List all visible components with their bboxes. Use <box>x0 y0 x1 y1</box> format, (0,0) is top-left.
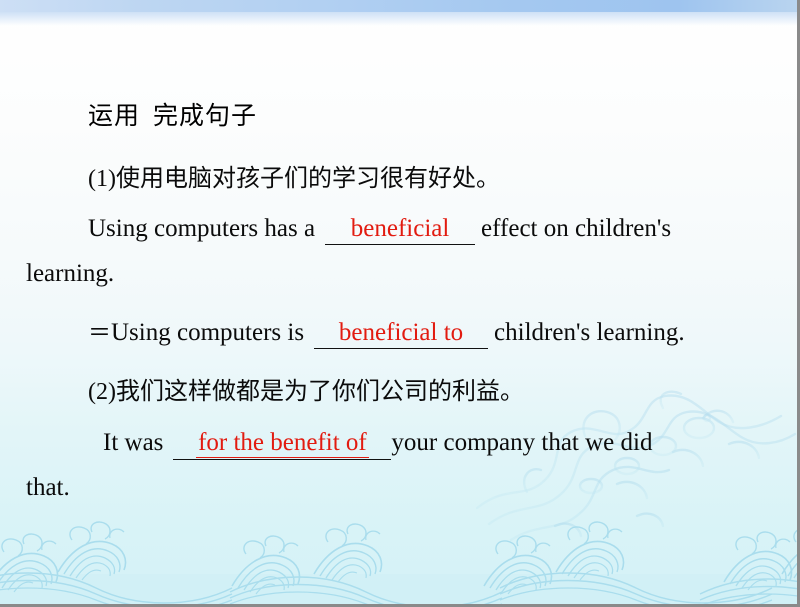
answer-3-wrap-text: that. <box>26 474 70 501</box>
answer-1-wrap-text: learning. <box>26 260 115 287</box>
heading-label-left: 运用 <box>88 101 141 130</box>
heading-label-right: 完成句子 <box>153 101 258 130</box>
answer-blank-1[interactable]: beneficial <box>325 215 476 246</box>
equals-sign: ＝ <box>88 320 111 346</box>
question-2-answer-line-1: It was for the benefit of your company tha… <box>103 429 653 461</box>
question-1-chinese: 使用电脑对孩子们的学习很有好处。 <box>115 164 500 192</box>
question-1-answer-line-1-wrap: learning. <box>26 260 114 288</box>
slide-content: 运用 完成句子 (1)使用电脑对孩子们的学习很有好处。 Using compute… <box>0 0 797 604</box>
answer-blank-3-text: for the benefit of <box>196 429 369 459</box>
question-1-prompt: (1)使用电脑对孩子们的学习很有好处。 <box>88 158 500 193</box>
question-2-prompt: (2)我们这样做都是为了你们公司的利益。 <box>88 371 524 406</box>
slide-canvas: 运用 完成句子 (1)使用电脑对孩子们的学习很有好处。 Using compute… <box>0 0 800 607</box>
question-1-answer-line-1: Using computers has a beneficial effect on… <box>88 215 672 246</box>
page-title: 运用 完成句子 <box>88 96 257 132</box>
question-2-chinese: 我们这样做都是为了你们公司的利益。 <box>115 377 524 405</box>
answer-blank-2-text: beneficial to <box>338 319 464 346</box>
answer-3-before-text: It was <box>103 429 164 456</box>
answer-2-after-text: children's learning. <box>494 319 685 346</box>
answer-blank-3[interactable]: for the benefit of <box>173 429 392 461</box>
question-1-number: (1) <box>88 166 116 192</box>
question-1-answer-line-2: ＝Using computers is beneficial to children… <box>88 313 685 350</box>
question-2-number: (2) <box>88 379 116 405</box>
answer-blank-1-text: beneficial <box>350 215 450 242</box>
answer-blank-2[interactable]: beneficial to <box>314 319 489 350</box>
answer-3-after-text: your company that we did <box>391 429 653 456</box>
question-2-answer-line-1-wrap: that. <box>26 474 70 502</box>
answer-1-before-text: Using computers has a <box>88 215 316 242</box>
answer-1-after-text: effect on children's <box>481 215 672 242</box>
answer-2-before-text: Using computers is <box>111 319 305 346</box>
